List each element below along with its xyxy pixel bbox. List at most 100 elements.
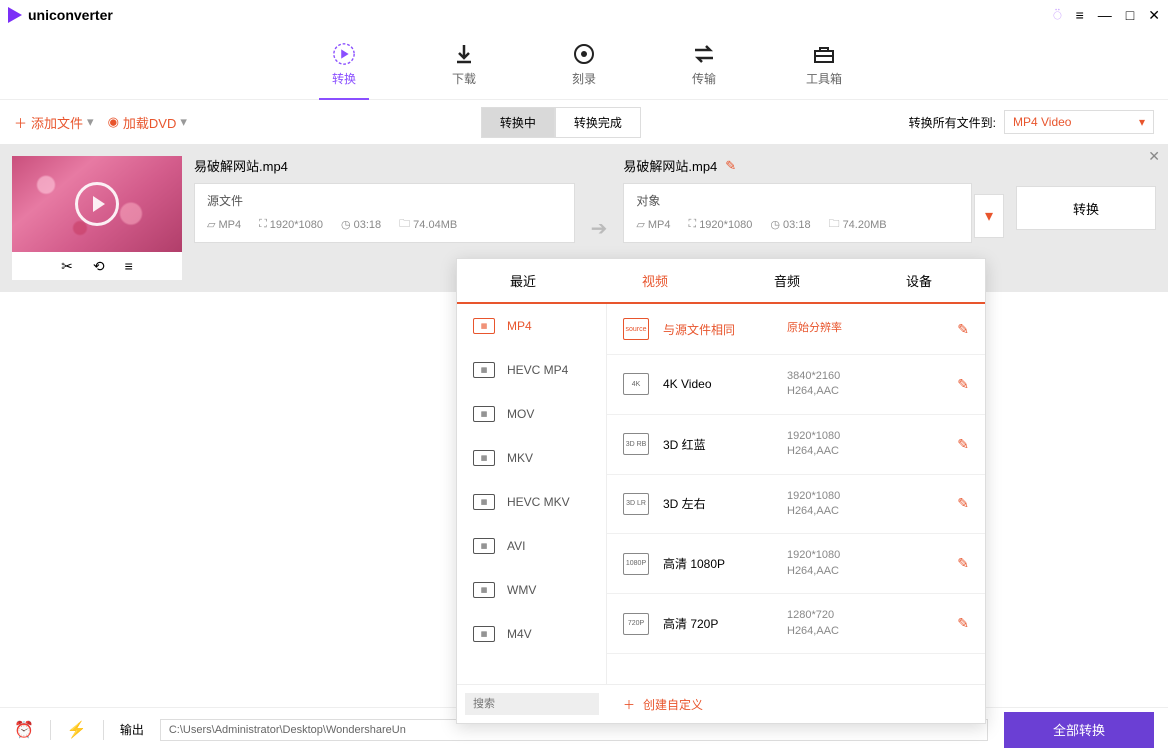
- target-info: 易破解网站.mp4 ✎ 对象 ▱ MP4 ⛶ 1920*1080 ◷ 03:18…: [623, 156, 1004, 243]
- format-mov[interactable]: ▦MOV: [457, 392, 606, 436]
- remove-file-button[interactable]: ✕: [1148, 148, 1160, 165]
- format-icon: ▱ MP4: [207, 215, 241, 234]
- preset-name: 3D 左右: [663, 495, 773, 512]
- window-controls: ⍥ ≡ — □ ✕: [1053, 7, 1160, 24]
- size-icon: 🗀 74.20MB: [829, 215, 887, 234]
- minimize-button[interactable]: —: [1098, 7, 1112, 23]
- output-label: 输出: [120, 721, 144, 738]
- preset-name: 4K Video: [663, 377, 773, 391]
- edit-preset-icon[interactable]: ✎: [957, 376, 969, 393]
- edit-preset-icon[interactable]: ✎: [957, 321, 969, 338]
- play-icon: [75, 182, 119, 226]
- app-logo: uniconverter: [8, 7, 113, 23]
- thumb-tools: ✂ ⟲ ≡: [12, 252, 182, 280]
- format-hevc-mp4[interactable]: ▦HEVC MP4: [457, 348, 606, 392]
- format-icon: ▱ MP4: [636, 215, 670, 234]
- search-input[interactable]: [465, 693, 599, 715]
- toolbox-icon: [812, 42, 836, 66]
- create-custom-button[interactable]: ＋创建自定义: [607, 685, 985, 723]
- gpu-icon[interactable]: ⚡: [67, 720, 87, 740]
- nav-burn[interactable]: 刻录: [554, 30, 614, 99]
- target-meta: ▱ MP4 ⛶ 1920*1080 ◷ 03:18 🗀 74.20MB: [636, 215, 959, 234]
- preset-option[interactable]: 4K4K Video3840*2160H264,AAC✎: [607, 355, 985, 415]
- preset-option[interactable]: source与源文件相同原始分辨率✎: [607, 304, 985, 355]
- maximize-button[interactable]: □: [1126, 7, 1134, 23]
- toolbar: ＋添加文件 ▾ ◉加载DVD ▾ 转换中 转换完成 转换所有文件到: MP4 V…: [0, 100, 1168, 144]
- format-avi[interactable]: ▦AVI: [457, 524, 606, 568]
- preset-name: 高清 1080P: [663, 555, 773, 572]
- convert-icon: [332, 42, 356, 66]
- target-card: 对象 ▱ MP4 ⛶ 1920*1080 ◷ 03:18 🗀 74.20MB: [623, 183, 972, 243]
- source-title: 源文件: [207, 192, 562, 209]
- tab-audio[interactable]: 音频: [721, 259, 853, 302]
- preset-icon: 3D RB: [623, 433, 649, 455]
- source-meta: ▱ MP4 ⛶ 1920*1080 ◷ 03:18 🗀 74.04MB: [207, 215, 562, 234]
- source-info: 易破解网站.mp4 源文件 ▱ MP4 ⛶ 1920*1080 ◷ 03:18 …: [194, 156, 575, 243]
- nav-toolbox[interactable]: 工具箱: [794, 30, 854, 99]
- nav-label: 传输: [692, 70, 716, 87]
- preset-icon: 1080P: [623, 553, 649, 575]
- close-button[interactable]: ✕: [1148, 7, 1160, 24]
- menu-icon[interactable]: ≡: [1076, 7, 1084, 23]
- edit-preset-icon[interactable]: ✎: [957, 436, 969, 453]
- target-title: 对象: [636, 192, 959, 209]
- dropdown-footer: ＋创建自定义: [457, 684, 985, 723]
- user-icon[interactable]: ⍥: [1053, 7, 1061, 24]
- preset-option[interactable]: 3D RB3D 红蓝1920*1080H264,AAC✎: [607, 415, 985, 475]
- download-icon: [452, 42, 476, 66]
- format-hevc-mkv[interactable]: ▦HEVC MKV: [457, 480, 606, 524]
- crop-icon[interactable]: ⟲: [93, 258, 105, 275]
- preset-option[interactable]: 720P高清 720P1280*720H264,AAC✎: [607, 594, 985, 654]
- format-list[interactable]: ▦MP4▦HEVC MP4▦MOV▦MKV▦HEVC MKV▦AVI▦WMV▦M…: [457, 304, 607, 684]
- format-mkv[interactable]: ▦MKV: [457, 436, 606, 480]
- burn-icon: [572, 42, 596, 66]
- resolution-icon: ⛶ 1920*1080: [259, 215, 323, 234]
- nav-label: 工具箱: [806, 70, 842, 87]
- dropdown-tabs: 最近 视频 音频 设备: [457, 259, 985, 304]
- convert-all-label: 转换所有文件到:: [909, 114, 996, 131]
- tab-completed[interactable]: 转换完成: [555, 107, 641, 138]
- target-format-dropdown-button[interactable]: ▾: [974, 194, 1004, 238]
- edit-preset-icon[interactable]: ✎: [957, 615, 969, 632]
- tab-recent[interactable]: 最近: [457, 259, 589, 302]
- load-dvd-button[interactable]: ◉加载DVD ▾: [108, 113, 187, 132]
- preset-name: 3D 红蓝: [663, 436, 773, 453]
- nav-transfer[interactable]: 传输: [674, 30, 734, 99]
- thumbnail-section: ✂ ⟲ ≡: [12, 156, 182, 280]
- convert-all-button[interactable]: 全部转换: [1004, 712, 1154, 748]
- format-wmv[interactable]: ▦WMV: [457, 568, 606, 612]
- nav-download[interactable]: 下载: [434, 30, 494, 99]
- film-icon: ▦: [473, 582, 495, 598]
- search-wrap: [457, 685, 607, 723]
- preset-list[interactable]: source与源文件相同原始分辨率✎4K4K Video3840*2160H26…: [607, 304, 985, 684]
- app-name: uniconverter: [28, 7, 113, 23]
- settings-icon[interactable]: ≡: [125, 258, 133, 274]
- film-icon: ▦: [473, 450, 495, 466]
- tab-device[interactable]: 设备: [853, 259, 985, 302]
- plus-icon: ＋: [14, 113, 27, 132]
- preset-details: 1920*1080H264,AAC: [787, 548, 943, 579]
- output-format-select[interactable]: MP4 Video: [1004, 110, 1154, 134]
- nav-label: 刻录: [572, 70, 596, 87]
- nav-label: 下载: [452, 70, 476, 87]
- preset-option[interactable]: 1080P 高清 1080P 1920*1080H264,AAC ✎: [607, 534, 985, 594]
- preset-option[interactable]: 3D LR3D 左右1920*1080H264,AAC✎: [607, 475, 985, 535]
- format-m4v[interactable]: ▦M4V: [457, 612, 606, 656]
- video-thumbnail[interactable]: [12, 156, 182, 252]
- disc-icon: ◉: [108, 114, 119, 130]
- nav-convert[interactable]: 转换: [314, 30, 374, 99]
- convert-button[interactable]: 转换: [1016, 186, 1156, 230]
- edit-preset-icon[interactable]: ✎: [957, 555, 969, 572]
- edit-name-icon[interactable]: ✎: [725, 158, 736, 174]
- format-mp4[interactable]: ▦MP4: [457, 304, 606, 348]
- tab-video[interactable]: 视频: [589, 259, 721, 302]
- add-file-button[interactable]: ＋添加文件 ▾: [14, 113, 94, 132]
- tab-converting[interactable]: 转换中: [481, 107, 555, 138]
- preset-name: 与源文件相同: [663, 321, 773, 338]
- preset-details: 原始分辨率: [787, 321, 943, 336]
- edit-preset-icon[interactable]: ✎: [957, 495, 969, 512]
- trim-icon[interactable]: ✂: [61, 258, 73, 275]
- schedule-icon[interactable]: ⏰: [14, 720, 34, 740]
- film-icon: ▦: [473, 318, 495, 334]
- preset-icon: 3D LR: [623, 493, 649, 515]
